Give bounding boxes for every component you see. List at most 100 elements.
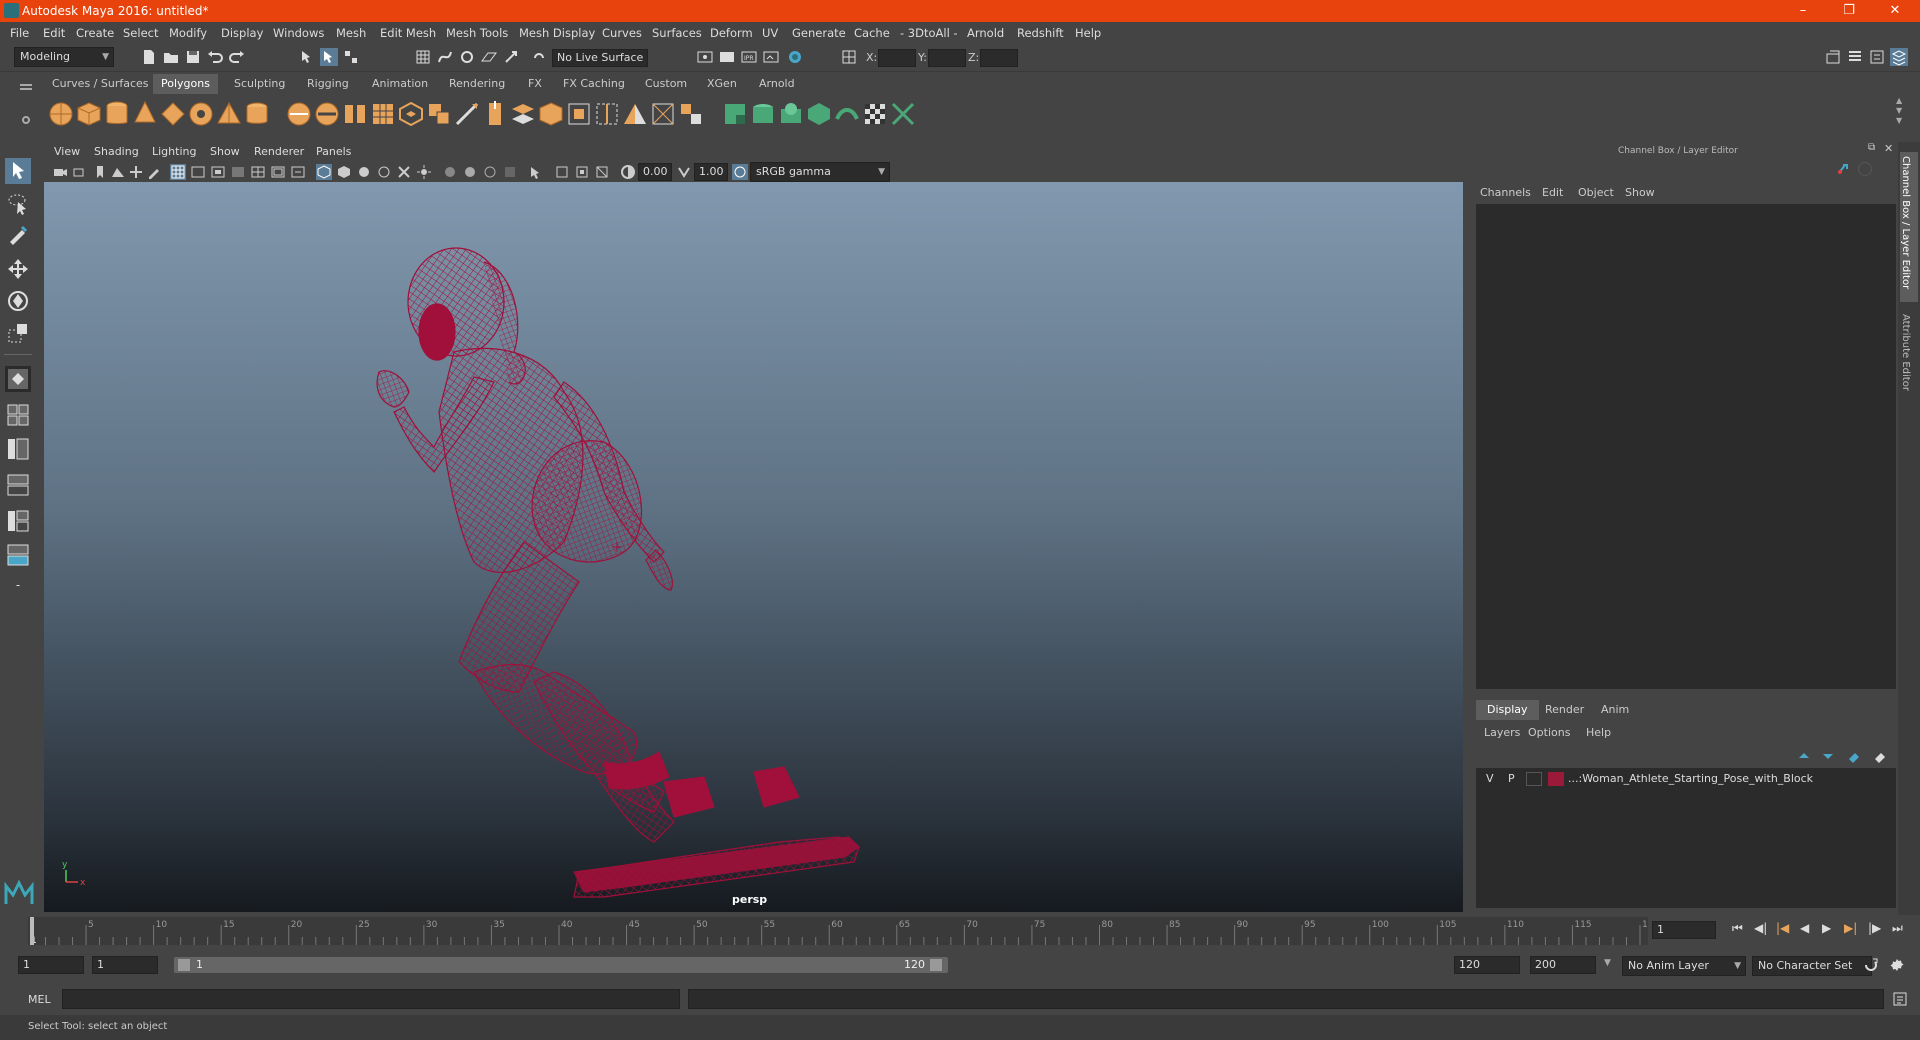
single-perspective-layout-icon[interactable] [5,366,31,392]
two-d-pan-icon[interactable] [128,164,144,180]
checker-icon[interactable] [860,99,890,129]
layer-menu-help[interactable]: Help [1586,726,1611,739]
side-tab-channel-box[interactable]: Channel Box / Layer Editor [1900,152,1918,302]
field-chart-icon[interactable] [250,164,266,180]
poly-pipe-icon[interactable] [242,99,272,129]
grid-toggle-icon[interactable] [170,164,186,180]
channel-box-menu-channels[interactable]: Channels [1480,186,1531,199]
layer-display-type[interactable] [1526,772,1542,786]
layer-tab-display[interactable]: Display [1476,700,1539,720]
poly-plane-icon[interactable] [158,99,188,129]
step-back-icon[interactable]: ◀​| [1754,921,1767,935]
menu-redshift[interactable]: Redshift [1017,26,1064,40]
menu-arnold[interactable]: Arnold [967,26,1004,40]
bookmark-icon[interactable] [92,164,108,180]
animation-preferences-icon[interactable] [1888,956,1906,974]
spherical-uv-icon[interactable] [776,99,806,129]
current-time-indicator[interactable] [30,917,34,945]
move-layer-down-icon[interactable] [1820,748,1836,764]
command-language-label[interactable]: MEL [28,993,51,1006]
uv-editor-icon[interactable] [832,99,862,129]
menu-curves[interactable]: Curves [602,26,642,40]
shelf-tab-xgen[interactable]: XGen [699,74,745,94]
layer-playback-toggle[interactable]: P [1508,772,1515,785]
animation-end-input[interactable]: 200 [1530,956,1596,974]
menu-select[interactable]: Select [123,26,158,40]
shelf-scroll[interactable]: ▲ ▼ ▼ [1896,96,1910,136]
attribute-editor-toggle-icon[interactable] [1846,48,1864,66]
snap-view-plane-icon[interactable] [480,48,498,66]
select-camera-icon[interactable] [52,164,68,180]
shelf-tab-curves-surfaces[interactable]: Curves / Surfaces [44,74,157,94]
shelf-tab-rigging[interactable]: Rigging [299,74,357,94]
menu-set-dropdown[interactable]: Modeling ▼ [14,47,114,67]
auto-key-icon[interactable] [1862,956,1880,974]
x-input[interactable] [878,49,916,67]
viewport-menu-panels[interactable]: Panels [316,145,351,158]
render-settings-icon[interactable] [696,48,714,66]
cut-sew-uv-icon[interactable] [888,99,918,129]
shelf-menu-icon[interactable] [20,84,32,86]
lasso-tool-icon[interactable] [5,190,31,216]
resolution-gate-icon[interactable] [210,164,226,180]
extrude-icon[interactable] [480,99,510,129]
menu-windows[interactable]: Windows [273,26,324,40]
select-object-icon[interactable] [320,48,338,66]
color-management-icon[interactable] [732,164,748,180]
attribute-filter-icon[interactable] [1858,162,1872,176]
hypershade-icon[interactable] [786,48,804,66]
y-input[interactable] [928,49,966,67]
layer-tab-anim[interactable]: Anim [1590,700,1640,720]
wireframe-on-shaded-icon[interactable] [376,164,392,180]
viewport-menu-show[interactable]: Show [210,145,240,158]
layer-visibility-toggle[interactable]: V [1486,772,1494,785]
menu-mesh[interactable]: Mesh [336,26,366,40]
range-slider[interactable]: 1 120 [174,957,948,973]
close-button[interactable]: ✕ [1872,0,1918,22]
channel-box-list[interactable] [1476,204,1896,689]
move-layer-up-icon[interactable] [1796,748,1812,764]
shelf-tab-fx[interactable]: FX [520,74,550,94]
channel-box-options-icon[interactable] [1836,162,1850,176]
menu-3dtoall[interactable]: - 3DtoAll - [900,26,958,40]
athlete-wireframe-model[interactable]: y x [44,182,1463,912]
layer-tab-render[interactable]: Render [1534,700,1595,720]
motion-blur-icon[interactable] [482,164,498,180]
persp-graph-layout-icon[interactable] [5,472,31,498]
anti-aliasing-icon[interactable] [502,164,518,180]
anim-layer-dropdown[interactable]: No Anim Layer ▼ [1622,956,1746,976]
menu-file[interactable]: File [10,26,29,40]
grease-pencil-icon[interactable] [146,164,162,180]
side-tab-attribute-editor[interactable]: Attribute Editor [1900,310,1918,410]
menu-mesh-display[interactable]: Mesh Display [519,26,595,40]
live-surface-field[interactable]: No Live Surface [552,49,648,67]
play-backward-icon[interactable]: ◀ [1800,921,1809,935]
persp-outliner-layout-icon[interactable] [5,436,31,462]
go-to-end-icon[interactable]: ⏭ [1892,921,1903,936]
modeling-toolkit-icon[interactable] [1824,48,1842,66]
gate-mask-icon[interactable] [230,164,246,180]
isolate-select-icon[interactable] [528,164,544,180]
menu-cache[interactable]: Cache [854,26,890,40]
default-material-icon[interactable] [356,164,372,180]
snap-curve-icon[interactable] [436,48,454,66]
shelf-tab-custom[interactable]: Custom [637,74,695,94]
float-panel-icon[interactable]: ⧉ [1868,142,1875,153]
shelf-tab-polygons[interactable]: Polygons [153,74,218,94]
hypershade-layout-icon[interactable] [5,542,31,568]
new-scene-icon[interactable] [140,48,158,66]
ambient-occlusion-icon[interactable] [462,164,478,180]
xray-joints-icon[interactable] [554,164,570,180]
shelf-tab-rendering[interactable]: Rendering [441,74,513,94]
poly-cube-icon[interactable] [74,99,104,129]
automatic-uv-icon[interactable] [804,99,834,129]
menu-display[interactable]: Display [221,26,263,40]
poly-sphere-icon[interactable] [46,99,76,129]
character-set-dropdown[interactable]: No Character Set [1752,956,1872,976]
shelf-tab-fx-caching[interactable]: FX Caching [555,74,633,94]
shelf-settings-icon[interactable] [22,116,30,124]
poly-cone-icon[interactable] [130,99,160,129]
minimize-button[interactable]: – [1780,0,1826,22]
step-forward-key-icon[interactable]: ▶| [1844,921,1857,935]
use-all-lights-icon[interactable] [416,164,432,180]
